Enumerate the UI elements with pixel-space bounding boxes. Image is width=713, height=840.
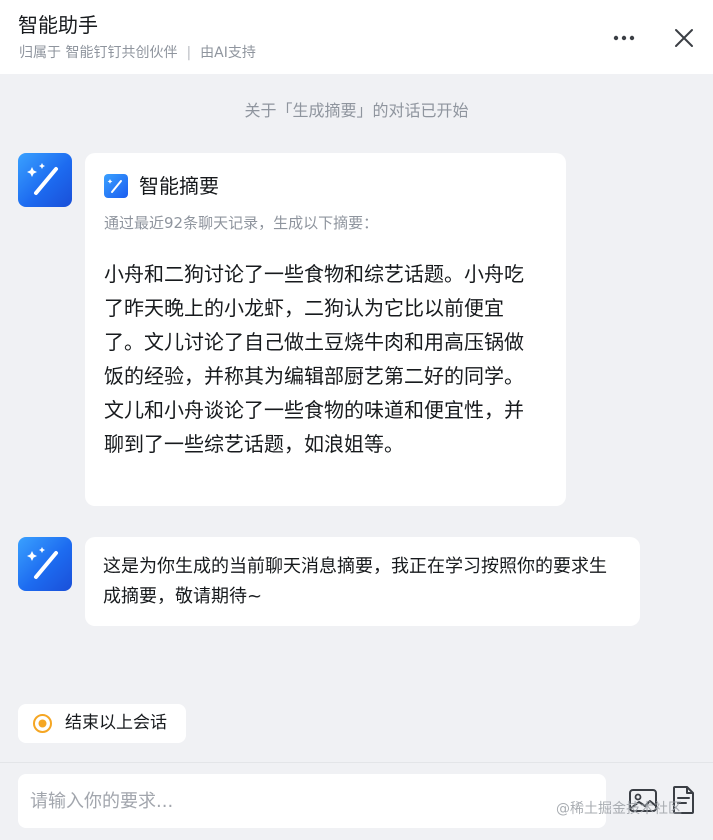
- subtitle-support: 由AI支持: [200, 45, 256, 61]
- summary-text: 小舟和二狗讨论了一些食物和综艺话题。小舟吃了昨天晚上的小龙虾，二狗认为它比以前便…: [104, 262, 524, 456]
- stop-circle-icon: [32, 713, 53, 734]
- end-session-button[interactable]: 结束以上会话: [18, 704, 186, 743]
- close-button[interactable]: [670, 24, 698, 52]
- close-icon: [674, 28, 694, 48]
- summary-card: 智能摘要 通过最近92条聊天记录，生成以下摘要： 小舟和二狗讨论了一些食物和综艺…: [85, 153, 566, 506]
- end-session-label: 结束以上会话: [65, 713, 167, 733]
- card-description: 通过最近92条聊天记录，生成以下摘要：: [104, 214, 379, 232]
- message-input[interactable]: [18, 774, 606, 828]
- more-horizontal-icon: [613, 35, 635, 41]
- magic-wand-icon: [104, 179, 128, 198]
- system-notice: 关于「生成摘要」的对话已开始: [244, 101, 469, 120]
- message-input-box: [18, 774, 606, 828]
- reply-bubble: 这是为你生成的当前聊天消息摘要，我正在学习按照你的要求生成摘要，敬请期待~: [85, 537, 640, 626]
- subtitle-owner: 归属于 智能钉钉共创伙伴: [19, 45, 178, 61]
- more-button[interactable]: [610, 24, 638, 52]
- assistant-avatar: [18, 537, 72, 591]
- divider: [0, 762, 713, 763]
- window-subtitle: 归属于 智能钉钉共创伙伴 | 由AI支持: [19, 43, 256, 63]
- card-title: 智能摘要: [139, 174, 219, 198]
- assistant-avatar: [18, 153, 72, 207]
- header: 智能助手 归属于 智能钉钉共创伙伴 | 由AI支持: [0, 0, 713, 74]
- subtitle-separator: |: [186, 45, 192, 61]
- card-icon: [104, 174, 128, 198]
- assistant-window: 智能助手 归属于 智能钉钉共创伙伴 | 由AI支持 关于「生成摘要」的对话已开始: [0, 0, 713, 840]
- window-title: 智能助手: [18, 13, 98, 37]
- reply-text: 这是为你生成的当前聊天消息摘要，我正在学习按照你的要求生成摘要，敬请期待~: [103, 556, 607, 607]
- watermark: @稀土掘金技术社区: [556, 801, 682, 817]
